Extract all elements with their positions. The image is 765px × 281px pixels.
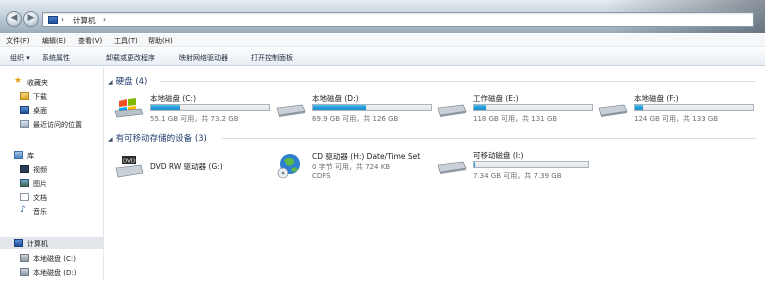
menu-file[interactable]: 文件(F) (6, 36, 30, 46)
navigation-pane: ★ 收藏夹 下载 桌面 最近访问的位置 库 视频 图片 文档 ♪ 音乐 计算机 … (0, 67, 104, 281)
group-header-hard-disks[interactable]: ◢ 硬盘 (4) (108, 75, 147, 87)
computer-icon (14, 239, 23, 247)
nav-libraries[interactable]: 库 (0, 149, 104, 161)
device-dvd-g[interactable]: DVD DVD RW 驱动器 (G:) (114, 150, 264, 186)
menu-view[interactable]: 查看(V) (78, 36, 102, 46)
system-drive-icon (114, 98, 144, 118)
breadcrumb-chevron-icon[interactable]: › (103, 15, 106, 24)
recent-places-icon (20, 120, 29, 128)
device-space-info: 7.34 GB 可用，共 7.39 GB (473, 172, 562, 180)
nav-pictures[interactable]: 图片 (0, 177, 104, 189)
drive-usage-fill (635, 105, 644, 110)
menu-help[interactable]: 帮助(H) (148, 36, 173, 46)
drive-usage-bar (634, 104, 754, 111)
music-icon: ♪ (20, 205, 26, 215)
drive-space-info: 55.1 GB 可用，共 73.2 GB (150, 115, 239, 123)
device-space-info: 0 字节 可用，共 724 KB (312, 163, 391, 171)
device-name: DVD RW 驱动器 (G:) (150, 162, 223, 171)
drive-usage-bar (473, 161, 589, 168)
star-icon: ★ (14, 76, 23, 86)
title-bar: ◀ ▶ › 计算机 › (0, 0, 765, 33)
drive-name: 本地磁盘 (C:) (150, 94, 196, 103)
organize-button[interactable]: 组织 ▾ (10, 53, 30, 63)
drive-usage-bar (312, 104, 432, 111)
device-cd-h[interactable]: CD 驱动器 (H:) Date/Time Set 0 字节 可用，共 724 … (276, 150, 436, 186)
drive-usage-fill (313, 105, 366, 110)
cd-drive-icon (277, 154, 300, 179)
nav-documents[interactable]: 文档 (0, 191, 104, 203)
menu-bar: 文件(F) 编辑(E) 查看(V) 工具(T) 帮助(H) (0, 34, 765, 47)
nav-drive-c[interactable]: 本地磁盘 (C:) (0, 252, 104, 264)
local-disk-icon (20, 268, 29, 276)
menu-edit[interactable]: 编辑(E) (42, 36, 66, 46)
nav-computer[interactable]: 计算机 (0, 237, 104, 249)
drive-usage-fill (151, 105, 181, 110)
back-button[interactable]: ◀ (6, 11, 22, 27)
open-control-panel-button[interactable]: 打开控制面板 (251, 53, 293, 63)
address-bar[interactable]: › 计算机 › (42, 12, 754, 27)
nav-downloads[interactable]: 下载 (0, 90, 104, 102)
drive-f[interactable]: 本地磁盘 (F:) 124 GB 可用，共 133 GB (598, 93, 758, 129)
dvd-drive-icon: DVD (115, 156, 144, 178)
drive-c[interactable]: 本地磁盘 (C:) 55.1 GB 可用，共 73.2 GB (114, 93, 274, 129)
forward-button[interactable]: ▶ (23, 11, 39, 27)
desktop-icon (20, 106, 29, 114)
videos-icon (20, 165, 29, 173)
local-disk-icon (20, 254, 29, 262)
drive-usage-bar (473, 104, 593, 111)
group-divider (160, 81, 756, 82)
drive-space-info: 124 GB 可用，共 133 GB (634, 115, 719, 123)
command-bar: 组织 ▾ 系统属性 卸载或更改程序 映射网络驱动器 打开控制面板 (0, 48, 765, 66)
breadcrumb-chevron-icon[interactable]: › (61, 15, 64, 24)
device-filesystem: CDFS (312, 172, 331, 180)
device-removable-i[interactable]: 可移动磁盘 (I:) 7.34 GB 可用，共 7.39 GB (437, 150, 597, 186)
drive-space-info: 69.9 GB 可用，共 126 GB (312, 115, 399, 123)
nav-videos[interactable]: 视频 (0, 163, 104, 175)
drive-name: 本地磁盘 (D:) (312, 94, 359, 103)
local-disk-icon (437, 104, 467, 117)
removable-disk-icon (437, 161, 467, 174)
drive-name: 工作磁盘 (E:) (473, 94, 519, 103)
collapse-triangle-icon: ◢ (108, 136, 113, 143)
breadcrumb-computer[interactable]: 计算机 (73, 15, 96, 26)
group-divider (222, 138, 756, 139)
nav-favorites[interactable]: ★ 收藏夹 (0, 76, 104, 88)
map-network-drive-button[interactable]: 映射网络驱动器 (179, 53, 228, 63)
pictures-icon (20, 179, 29, 187)
system-properties-button[interactable]: 系统属性 (42, 53, 70, 63)
menu-tools[interactable]: 工具(T) (114, 36, 138, 46)
nav-desktop[interactable]: 桌面 (0, 104, 104, 116)
drive-name: 本地磁盘 (F:) (634, 94, 679, 103)
device-name: CD 驱动器 (H:) Date/Time Set (312, 152, 421, 161)
nav-drive-d[interactable]: 本地磁盘 (D:) (0, 266, 104, 278)
collapse-triangle-icon: ◢ (108, 79, 113, 86)
nav-music[interactable]: ♪ 音乐 (0, 205, 104, 217)
computer-icon (48, 16, 58, 24)
svg-text:DVD: DVD (123, 159, 135, 165)
local-disk-icon (598, 104, 628, 117)
drive-usage-fill (474, 105, 486, 110)
nav-recent-places[interactable]: 最近访问的位置 (0, 118, 104, 130)
device-name: 可移动磁盘 (I:) (473, 151, 524, 160)
group-header-removable[interactable]: ◢ 有可移动存储的设备 (3) (108, 132, 207, 144)
drive-space-info: 118 GB 可用，共 131 GB (473, 115, 558, 123)
libraries-icon (14, 151, 23, 159)
drive-d[interactable]: 本地磁盘 (D:) 69.9 GB 可用，共 126 GB (276, 93, 436, 129)
uninstall-program-button[interactable]: 卸载或更改程序 (106, 53, 155, 63)
documents-icon (20, 193, 29, 201)
drive-usage-fill (474, 162, 475, 167)
drive-usage-bar (150, 104, 270, 111)
local-disk-icon (276, 104, 306, 117)
drive-e[interactable]: 工作磁盘 (E:) 118 GB 可用，共 131 GB (437, 93, 597, 129)
downloads-icon (20, 92, 29, 100)
